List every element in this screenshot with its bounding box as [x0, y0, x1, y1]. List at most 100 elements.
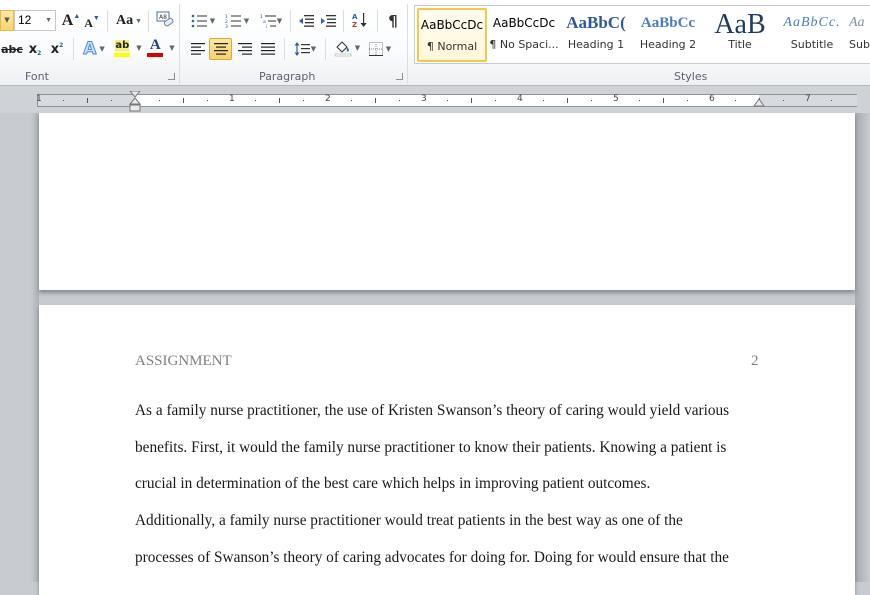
page-1[interactable]: [39, 113, 855, 290]
ruler-number: 7: [805, 94, 811, 104]
separator: [73, 38, 74, 60]
subscript-mark: 2: [37, 49, 42, 57]
separator: [377, 10, 378, 32]
chevron-down-icon: ▼: [209, 17, 216, 25]
numbering-button[interactable]: 123 ▼: [222, 10, 252, 32]
separator: [284, 38, 285, 60]
style-name: ¶ No Spaci...: [489, 38, 559, 51]
shrink-font-button[interactable]: A ▼: [84, 12, 100, 34]
paragraph-dialog-launcher[interactable]: [396, 73, 403, 80]
font-color-button[interactable]: A ▼: [146, 37, 176, 59]
align-center-button[interactable]: [209, 38, 232, 60]
font-name-dropdown[interactable]: ▼: [0, 10, 14, 31]
change-case-button[interactable]: Aa ▼: [114, 10, 144, 32]
grow-font-button[interactable]: A ▲: [62, 10, 81, 32]
style-subtitle[interactable]: AaBbCc. Subtitle: [777, 8, 847, 62]
ruler-tick: [255, 100, 256, 101]
strikethrough-button[interactable]: abc: [1, 38, 23, 60]
text-effects-icon: A: [83, 39, 97, 60]
bullets-button[interactable]: ▼: [188, 10, 218, 32]
style-name: Heading 1: [567, 38, 625, 51]
clear-formatting-icon: A8: [156, 11, 174, 27]
style-name: ¶ Normal: [426, 40, 478, 53]
ruler-tick: [63, 100, 64, 101]
superscript-mark: 2: [59, 41, 64, 49]
clear-formatting-button[interactable]: A8: [154, 9, 176, 31]
chevron-down-icon: ▼: [99, 45, 105, 53]
style-heading-2[interactable]: AaBbCc Heading 2: [633, 8, 703, 62]
subscript-button[interactable]: x2: [26, 38, 44, 60]
style-name: Sub: [849, 38, 870, 51]
justify-icon: [261, 43, 275, 55]
horizontal-ruler[interactable]: 1 1 2 3 4 5 6 7: [36, 91, 857, 112]
ruler-tick: [399, 100, 400, 101]
decrease-indent-icon: [299, 15, 314, 27]
up-arrow-icon: ▲: [73, 12, 81, 20]
svg-text:A: A: [352, 13, 358, 21]
ruler-tick: [543, 100, 544, 101]
align-left-button[interactable]: [187, 38, 209, 60]
right-indent-marker[interactable]: [753, 97, 765, 107]
sort-button[interactable]: A Z: [349, 9, 371, 31]
style-title[interactable]: AaB Title: [705, 8, 775, 62]
ruler-tick: [279, 98, 280, 103]
text-effects-button[interactable]: A ▼: [80, 38, 108, 60]
style-sample: Aa: [849, 15, 865, 30]
ruler-tick: [495, 100, 496, 101]
style-sample: AaBbCcDc: [492, 16, 556, 30]
ruler-number: 1: [229, 94, 235, 104]
font-color-icon: A: [147, 38, 164, 57]
align-center-icon: [213, 43, 228, 55]
ruler-number: 3: [421, 94, 427, 104]
style-sample: AaBbC(: [566, 13, 626, 32]
chevron-down-icon: ▼: [310, 45, 317, 53]
bullets-icon: [191, 14, 207, 28]
separator: [290, 10, 291, 32]
borders-button[interactable]: ▼: [365, 38, 395, 60]
multilevel-list-icon: 1ai: [260, 14, 276, 28]
superscript-button[interactable]: x2: [48, 38, 66, 60]
show-formatting-marks-button[interactable]: ¶: [384, 10, 402, 32]
ribbon: ▼ 12 ▼ A ▲ A ▼ Aa ▼ A8 abc x2 x2 A ▼ ab ▼: [0, 0, 870, 86]
paragraph-group-label: Paragraph: [259, 70, 316, 83]
chevron-down-icon: ▼: [45, 17, 52, 24]
multilevel-list-button[interactable]: 1ai ▼: [256, 10, 286, 32]
body-line: crucial in determination of the best car…: [135, 475, 651, 492]
ruler-tick: [183, 98, 184, 103]
ruler-number: 6: [709, 94, 715, 104]
page-2[interactable]: ASSIGNMENT 2 As a family nurse practitio…: [39, 305, 855, 595]
ruler-tick: [471, 98, 472, 103]
highlight-button[interactable]: ab ▼: [112, 37, 144, 59]
body-line: As a family nurse practitioner, the use …: [135, 402, 730, 419]
font-color-bar: [147, 53, 164, 57]
svg-text:3: 3: [225, 24, 228, 28]
font-size-combobox[interactable]: 12 ▼: [14, 10, 56, 31]
increase-indent-button[interactable]: [318, 10, 338, 32]
style-no-spacing[interactable]: AaBbCcDc ¶ No Spaci...: [489, 8, 559, 62]
style-subtle-emphasis[interactable]: Aa Sub: [849, 8, 870, 62]
chevron-down-icon: ▼: [135, 17, 143, 25]
ruler-tick: [591, 100, 592, 101]
ruler-number: 2: [325, 94, 331, 104]
style-normal[interactable]: AaBbCcDc ¶ Normal: [417, 8, 487, 62]
justify-button[interactable]: [257, 38, 279, 60]
ruler-tick: [159, 100, 160, 101]
header-title: ASSIGNMENT: [135, 353, 232, 369]
pilcrow-icon: ¶: [388, 12, 398, 30]
left-gutter: [0, 113, 39, 582]
strikethrough-icon: abc: [1, 42, 23, 56]
shading-button[interactable]: ▼: [331, 37, 363, 59]
ruler-number: 5: [613, 94, 619, 104]
font-size-value: 12: [18, 13, 32, 27]
ruler-number: 1: [36, 94, 42, 104]
ruler-tick: [111, 100, 112, 101]
superscript-icon: x: [50, 41, 60, 57]
style-heading-1[interactable]: AaBbC( Heading 1: [561, 8, 631, 62]
styles-group-label: Styles: [674, 70, 708, 83]
chevron-down-icon: ▼: [276, 17, 283, 25]
decrease-indent-button[interactable]: [296, 10, 316, 32]
line-spacing-button[interactable]: ▼: [290, 38, 320, 60]
align-right-button[interactable]: [234, 38, 256, 60]
font-dialog-launcher[interactable]: [168, 73, 175, 80]
indent-markers[interactable]: [129, 91, 141, 113]
